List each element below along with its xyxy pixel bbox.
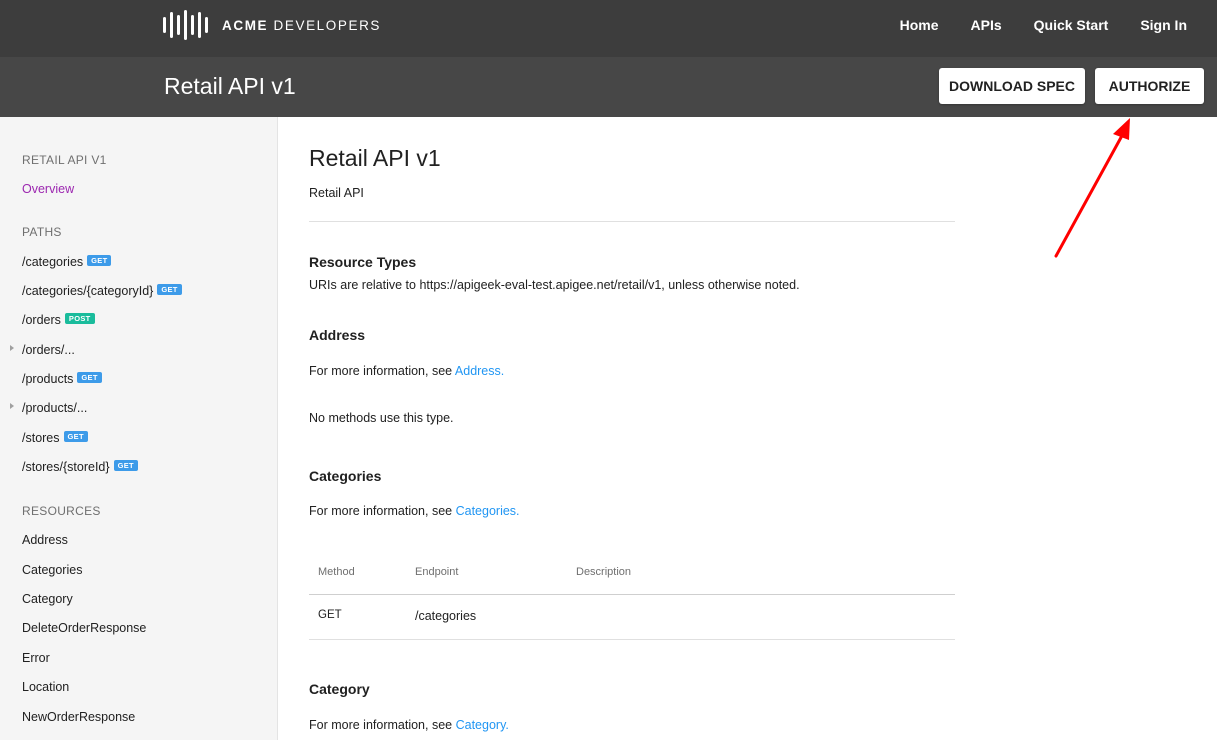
sidebar-resource-item[interactable]: NewOrderResponse [22, 710, 135, 724]
path-label: /products/... [22, 401, 88, 415]
path-label: /stores/{storeId} [22, 460, 110, 474]
category-section-title: Category [309, 681, 370, 697]
sidebar-resource-item[interactable]: Address [22, 533, 68, 547]
method-column-header: Method [318, 566, 355, 578]
path-label: /products [22, 372, 74, 386]
path-label: /categories/{categoryId} [22, 284, 154, 298]
sidebar-path-group[interactable]: /orders/... [10, 343, 75, 357]
expand-caret-icon[interactable] [10, 403, 14, 409]
method-badge: GET [77, 371, 102, 383]
methods-table-header: Method Endpoint Description [309, 563, 955, 595]
category-info-text: For more information, see Category. [309, 718, 509, 732]
method-badge: GET [113, 459, 138, 471]
path-label: /orders [22, 313, 61, 327]
address-section-title: Address [309, 327, 366, 343]
sidebar-path-item[interactable]: /stores GET [22, 430, 88, 445]
sidebar: RETAIL API V1 Overview PATHS /categories… [0, 117, 278, 740]
top-navbar: ACME DEVELOPERS Home APIs Quick Start Si… [0, 0, 1217, 57]
categories-link[interactable]: Categories. [456, 504, 520, 518]
description-column-header: Description [576, 566, 632, 578]
sidebar-resource-item[interactable]: DeleteOrderResponse [22, 621, 146, 635]
nav-sign-in-link[interactable]: Sign In [1140, 17, 1187, 33]
sidebar-path-item[interactable]: /orders POST [22, 312, 95, 327]
method-badge: GET [63, 430, 88, 442]
sidebar-resources-heading: RESOURCES [22, 504, 101, 518]
main-nav: Home APIs Quick Start Sign In [900, 0, 1187, 50]
authorize-button[interactable]: AUTHORIZE [1095, 68, 1204, 104]
expand-caret-icon[interactable] [10, 345, 14, 351]
sidebar-path-item[interactable]: /categories GET [22, 254, 112, 269]
brand-logo[interactable]: ACME DEVELOPERS [163, 9, 381, 41]
logo-bars-icon [163, 9, 208, 41]
sidebar-path-item[interactable]: /categories/{categoryId} GET [22, 283, 182, 298]
method-badge: GET [87, 254, 112, 266]
nav-quick-start-link[interactable]: Quick Start [1034, 17, 1109, 33]
nav-home-link[interactable]: Home [900, 17, 939, 33]
address-no-methods-text: No methods use this type. [309, 411, 454, 425]
method-badge: POST [64, 312, 95, 324]
sidebar-resource-item[interactable]: Location [22, 680, 69, 694]
resource-types-text: URIs are relative to https://apigeek-eva… [309, 278, 800, 292]
arrow-head-icon [1113, 118, 1130, 140]
page-title: Retail API v1 [309, 145, 441, 171]
sidebar-item-overview[interactable]: Overview [22, 182, 74, 196]
sidebar-resource-item[interactable]: Error [22, 651, 50, 665]
sidebar-path-group[interactable]: /products/... [10, 401, 88, 415]
sidebar-resource-item[interactable]: Category [22, 592, 73, 606]
sidebar-api-heading: RETAIL API V1 [22, 153, 107, 167]
api-header-title: Retail API v1 [164, 73, 296, 99]
category-link[interactable]: Category. [456, 718, 509, 732]
path-label: /stores [22, 431, 60, 445]
sidebar-path-item[interactable]: /stores/{storeId} GET [22, 459, 138, 474]
brand-name: ACME DEVELOPERS [222, 17, 382, 33]
table-row: GET /categories [309, 595, 955, 640]
arrow-shaft [1054, 130, 1126, 258]
categories-info-text: For more information, see Categories. [309, 504, 520, 518]
divider [309, 221, 955, 222]
method-badge: GET [157, 283, 182, 295]
nav-apis-link[interactable]: APIs [971, 17, 1002, 33]
method-cell: GET [318, 609, 342, 621]
page-subtitle: Retail API [309, 186, 364, 200]
address-link[interactable]: Address. [455, 364, 504, 378]
main-content: Retail API v1 Retail API Resource Types … [309, 117, 955, 740]
address-info-text: For more information, see Address. [309, 364, 505, 378]
sidebar-paths-heading: PATHS [22, 225, 62, 239]
resource-types-title: Resource Types [309, 254, 417, 270]
download-spec-button[interactable]: DOWNLOAD SPEC [939, 68, 1085, 104]
sidebar-resource-item[interactable]: Categories [22, 563, 82, 577]
path-label: /orders/... [22, 343, 75, 357]
sidebar-path-item[interactable]: /products GET [22, 371, 102, 386]
api-header: Retail API v1 DOWNLOAD SPEC AUTHORIZE [0, 57, 1217, 117]
endpoint-column-header: Endpoint [415, 566, 459, 578]
endpoint-cell[interactable]: /categories [415, 609, 476, 623]
categories-section-title: Categories [309, 468, 382, 484]
path-label: /categories [22, 255, 84, 269]
